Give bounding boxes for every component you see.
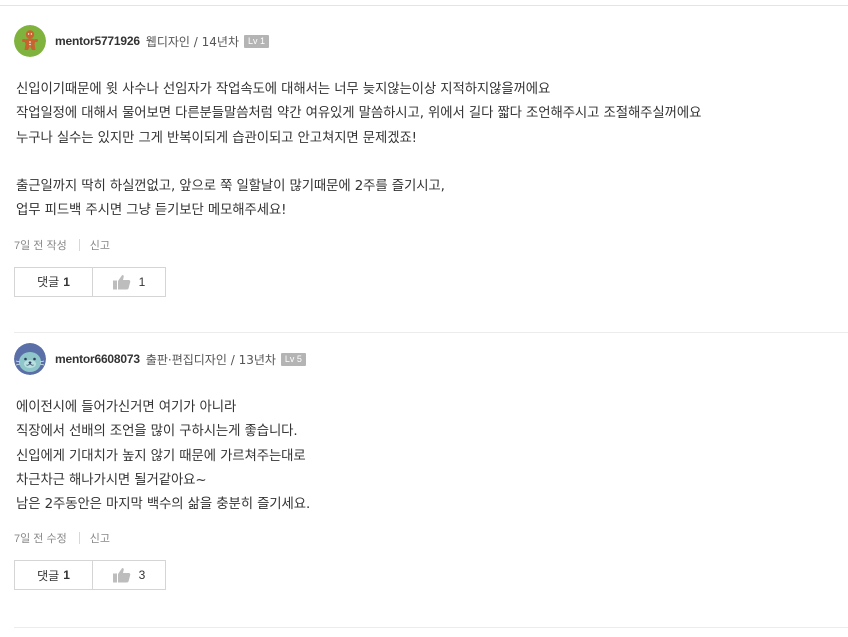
- answer-line: 누구나 실수는 있지만 그게 반복이되게 습관이되고 안고쳐지면 문제겠죠!: [16, 130, 417, 146]
- answer-info: 7일 전 수정 신고: [14, 530, 848, 546]
- answer-info: 7일 전 작성 신고: [14, 237, 848, 253]
- answer-divider: [14, 627, 848, 628]
- like-count: 3: [138, 568, 146, 583]
- comment-button[interactable]: 댓글 1: [14, 266, 93, 297]
- username[interactable]: mentor6608073: [55, 352, 140, 366]
- answer-line: 신입에게 기대치가 높지 않기 때문에 가르쳐주는대로: [16, 448, 306, 464]
- answer-actions: 댓글 1 3: [14, 560, 848, 591]
- seal-avatar-icon[interactable]: [14, 343, 46, 375]
- answer-line: 남은 2주동안은 마지막 백수의 삶을 충분히 즐기세요.: [16, 497, 311, 513]
- answer-item: mentor6608073 출판·편집디자인 / 13년차 Lv 5 에이전시에…: [14, 342, 848, 591]
- answer-line: 작업일정에 대해서 물어보면 다른분들말씀처럼 약간 여유있게 말씀하시고, 위…: [16, 106, 702, 122]
- comment-label: 댓글: [37, 275, 60, 290]
- answer-line: 에이전시에 들어가신거면 여기가 아니라: [16, 400, 237, 415]
- like-count: 1: [138, 274, 146, 289]
- level-badge: Lv 1: [243, 34, 269, 48]
- answer-line: 직장에서 선배의 조언을 많이 구하시는게 좋습니다.: [16, 424, 298, 440]
- answer-text: 에이전시에 들어가신거면 여기가 아니라 직장에서 선배의 조언을 많이 구하시…: [14, 396, 848, 517]
- top-divider: [0, 0, 848, 6]
- answer-item: mentor5771926 웹디자인 / 14년차 Lv 1 신입이기때문에 윗…: [14, 24, 848, 297]
- answer-line: 차근차근 해나가시면 될거같아요~: [16, 472, 207, 488]
- comment-count: 1: [63, 274, 70, 289]
- answer-actions: 댓글 1 1: [14, 266, 848, 297]
- comment-count: 1: [63, 568, 70, 583]
- thumbs-up-icon: [112, 274, 131, 290]
- post-time: 7일 전 수정: [14, 533, 67, 546]
- username[interactable]: mentor5771926: [55, 34, 140, 48]
- user-career: 출판·편집디자인 / 13년차: [145, 352, 276, 367]
- post-time: 7일 전 작성: [14, 239, 67, 252]
- comment-button[interactable]: 댓글 1: [14, 560, 93, 591]
- info-divider: [78, 532, 80, 545]
- report-link[interactable]: 신고: [90, 530, 110, 546]
- report-link[interactable]: 신고: [90, 237, 110, 253]
- answer-divider: [14, 332, 848, 333]
- answer-line: 신입이기때문에 윗 사수나 선임자가 작업속도에 대해서는 너무 늦지않는이상 …: [16, 82, 551, 97]
- like-button[interactable]: 3: [92, 560, 166, 591]
- like-button[interactable]: 1: [92, 266, 166, 297]
- gingerbread-avatar-icon[interactable]: [14, 25, 46, 57]
- level-badge: Lv 5: [280, 352, 306, 366]
- answer-line: [16, 151, 848, 175]
- answer-line: 업무 피드백 주시면 그냥 듣기보단 메모해주세요!: [16, 203, 287, 219]
- answer-header: mentor6608073 출판·편집디자인 / 13년차 Lv 5: [14, 342, 848, 376]
- answer-line: 출근일까지 딱히 하실껀없고, 앞으로 쭉 일할날이 많기때문에 2주를 즐기시…: [16, 179, 445, 195]
- answer-text: 신입이기때문에 윗 사수나 선임자가 작업속도에 대해서는 너무 늦지않는이상 …: [14, 78, 848, 224]
- info-divider: [78, 238, 80, 251]
- answer-header: mentor5771926 웹디자인 / 14년차 Lv 1: [14, 24, 848, 58]
- user-career: 웹디자인 / 14년차: [145, 34, 239, 49]
- thumbs-up-icon: [112, 567, 131, 583]
- comment-label: 댓글: [37, 568, 60, 583]
